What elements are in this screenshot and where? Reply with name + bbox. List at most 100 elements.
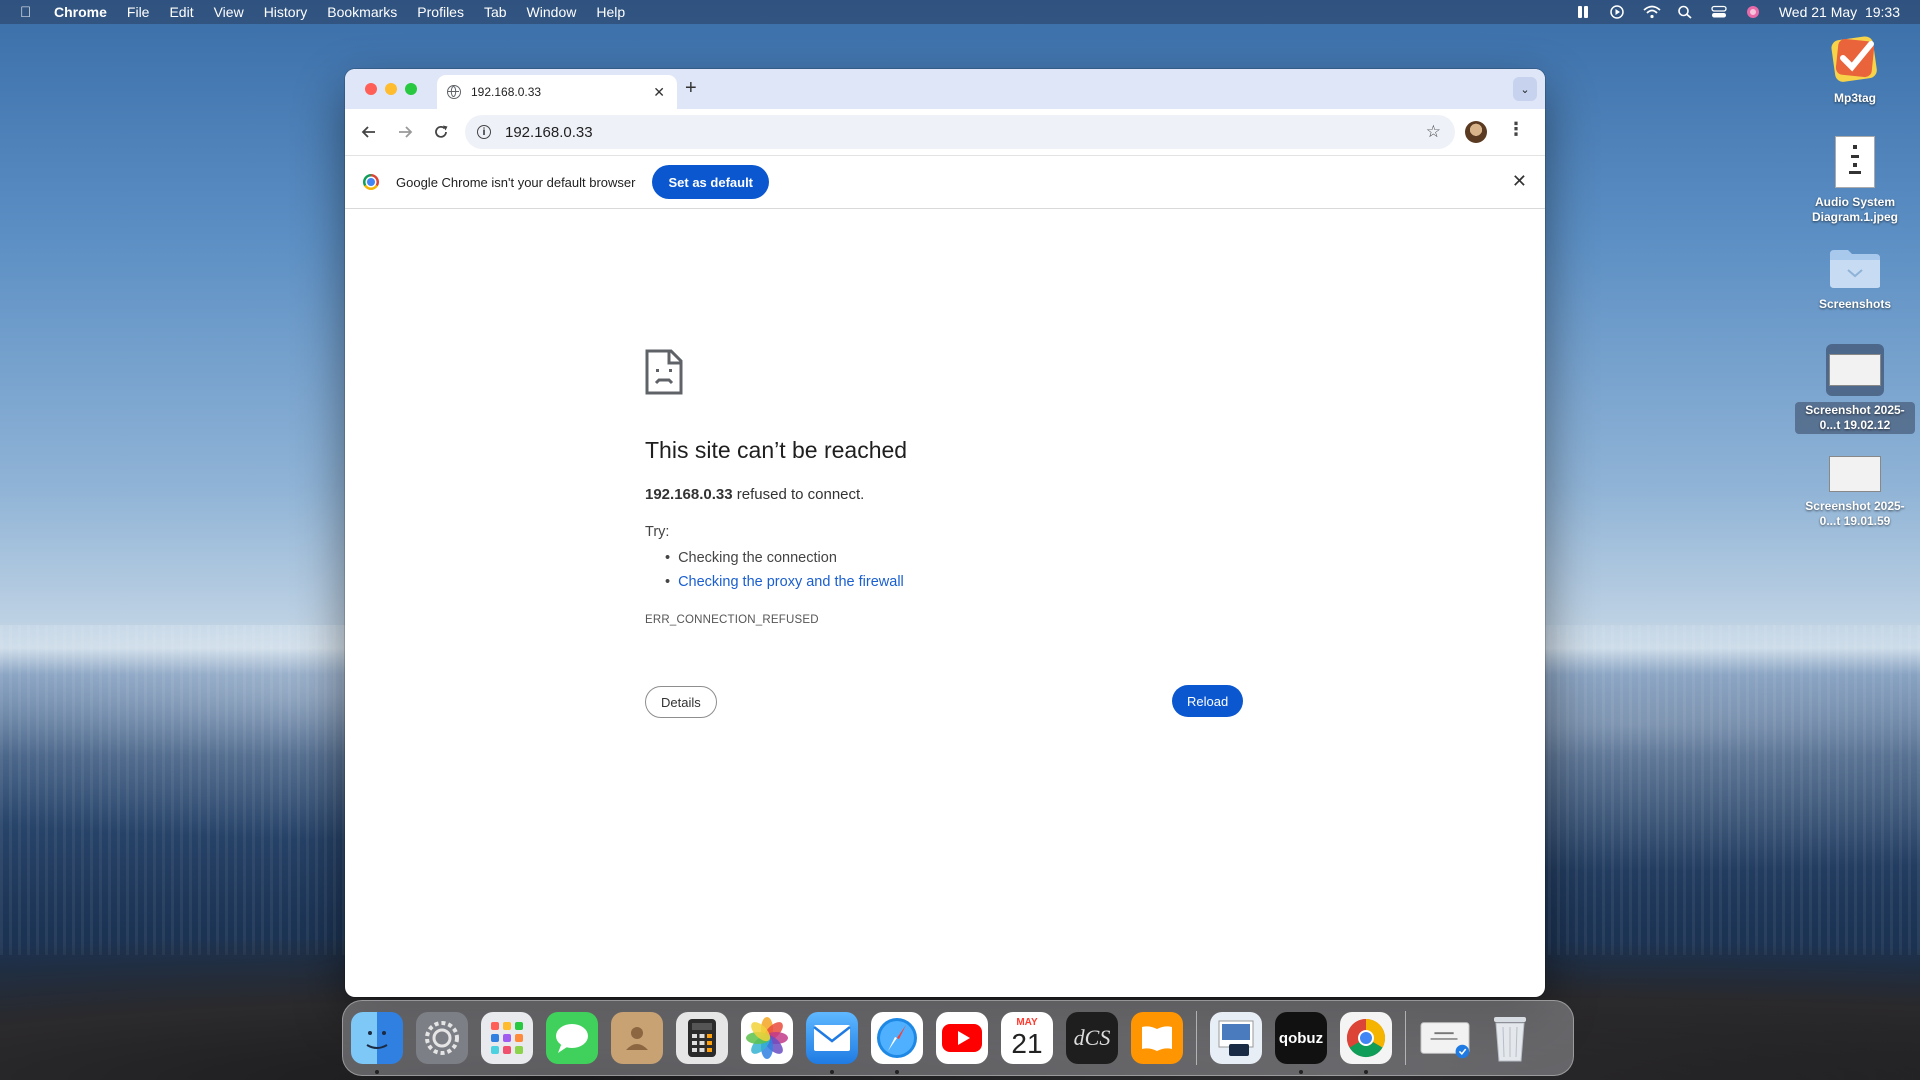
error-description: 192.168.0.33 refused to connect. bbox=[645, 486, 864, 503]
wifi-icon[interactable] bbox=[1643, 5, 1661, 19]
desktop-item-label: Screenshot 2025-0...t 19.01.59 bbox=[1805, 499, 1905, 528]
spotlight-search-icon[interactable] bbox=[1677, 5, 1693, 19]
reload-button[interactable]: Reload bbox=[1172, 685, 1244, 717]
jpeg-file-icon bbox=[1835, 136, 1875, 188]
chrome-window: 192.168.0.33 ✕ + ⌄ i 192.168.0.33 ☆ ⋮ Go… bbox=[345, 69, 1545, 997]
dock-separator bbox=[1405, 1011, 1406, 1065]
hearing-status-icon[interactable] bbox=[1575, 5, 1591, 19]
desktop-item-label: Screenshot 2025-0...t 19.02.12 bbox=[1795, 402, 1915, 434]
folder-icon bbox=[1828, 246, 1882, 290]
new-tab-button[interactable]: + bbox=[685, 77, 697, 100]
trash-icon[interactable] bbox=[1484, 1012, 1536, 1064]
globe-icon bbox=[447, 85, 461, 99]
address-bar-url[interactable]: 192.168.0.33 bbox=[505, 124, 593, 141]
site-info-icon[interactable]: i bbox=[477, 125, 491, 139]
menu-tab[interactable]: Tab bbox=[484, 4, 507, 20]
desktop-item-label: Audio System Diagram.1.jpeg bbox=[1811, 195, 1899, 224]
desktop-item-audio-diagram[interactable]: Audio System Diagram.1.jpeg bbox=[1795, 136, 1915, 226]
mail-icon[interactable] bbox=[806, 1012, 858, 1074]
profile-avatar[interactable] bbox=[1465, 121, 1487, 143]
tab-close-icon[interactable]: ✕ bbox=[653, 84, 665, 101]
now-playing-icon[interactable] bbox=[1609, 5, 1625, 19]
menu-help[interactable]: Help bbox=[596, 4, 625, 20]
finder-icon[interactable] bbox=[351, 1012, 403, 1074]
error-title: This site can’t be reached bbox=[645, 437, 908, 463]
running-indicator bbox=[1299, 1070, 1303, 1074]
infobar-close-icon[interactable]: ✕ bbox=[1512, 171, 1527, 192]
dcs-app-icon[interactable]: dCS bbox=[1066, 1012, 1118, 1064]
tab-search-chevron-icon[interactable]: ⌄ bbox=[1513, 77, 1537, 101]
menu-bookmarks[interactable]: Bookmarks bbox=[327, 4, 397, 20]
more-menu-icon[interactable]: ⋮ bbox=[1507, 119, 1525, 140]
apple-menu-icon[interactable]:  bbox=[20, 4, 36, 21]
sad-document-icon bbox=[645, 349, 683, 400]
qobuz-app-icon[interactable]: qobuz bbox=[1275, 1012, 1327, 1074]
try-label: Try: bbox=[645, 524, 670, 540]
menu-bar:  Chrome File Edit View History Bookmark… bbox=[0, 0, 1920, 24]
desktop-item-screenshot-2[interactable]: Screenshot 2025-0...t 19.01.59 bbox=[1795, 456, 1915, 530]
bookmark-star-icon[interactable]: ☆ bbox=[1426, 122, 1441, 142]
error-page: This site can’t be reached 192.168.0.33 … bbox=[345, 209, 1545, 997]
contacts-icon[interactable] bbox=[611, 1012, 663, 1064]
desktop-item-screenshots-folder[interactable]: Screenshots bbox=[1795, 246, 1915, 313]
details-button[interactable]: Details bbox=[645, 686, 717, 718]
tab-strip: 192.168.0.33 ✕ + ⌄ bbox=[345, 69, 1545, 109]
menu-app-name[interactable]: Chrome bbox=[54, 4, 107, 20]
menu-clock[interactable]: Wed 21 May 19:33 bbox=[1779, 4, 1900, 20]
launchpad-icon[interactable] bbox=[481, 1012, 533, 1064]
tab-title: 192.168.0.33 bbox=[471, 85, 542, 99]
screenshot-thumbnail bbox=[1829, 456, 1881, 492]
desktop-item-screenshot-1[interactable]: Screenshot 2025-0...t 19.02.12 bbox=[1795, 344, 1915, 434]
desktop-item-mp3tag[interactable]: Mp3tag bbox=[1795, 32, 1915, 107]
dcs-label: dCS bbox=[1073, 1025, 1111, 1050]
system-settings-icon[interactable] bbox=[416, 1012, 468, 1064]
dock: MAY 21 dCS qobuz bbox=[342, 1000, 1574, 1076]
menu-view[interactable]: View bbox=[214, 4, 244, 20]
chrome-dock-icon[interactable] bbox=[1340, 1012, 1392, 1074]
photos-icon[interactable] bbox=[741, 1012, 793, 1064]
set-as-default-button[interactable]: Set as default bbox=[652, 165, 770, 199]
safari-icon[interactable] bbox=[871, 1012, 923, 1074]
zoom-window-button[interactable] bbox=[405, 83, 417, 95]
calculator-icon[interactable] bbox=[676, 1012, 728, 1064]
downloads-stack-icon[interactable] bbox=[1419, 1012, 1471, 1064]
suggestion-link-proxy-firewall[interactable]: Checking the proxy and the firewall bbox=[665, 570, 904, 594]
back-arrow-icon[interactable] bbox=[355, 118, 383, 146]
default-browser-infobar: Google Chrome isn't your default browser… bbox=[345, 156, 1545, 209]
close-window-button[interactable] bbox=[365, 83, 377, 95]
tab-active[interactable]: 192.168.0.33 ✕ bbox=[437, 75, 677, 109]
menu-edit[interactable]: Edit bbox=[169, 4, 193, 20]
address-bar[interactable]: i 192.168.0.33 ☆ bbox=[465, 115, 1455, 149]
error-host-suffix: refused to connect. bbox=[732, 486, 865, 503]
suggestion-item: Checking the connection bbox=[665, 546, 904, 570]
calendar-icon[interactable]: MAY 21 bbox=[1001, 1012, 1053, 1064]
running-indicator bbox=[895, 1070, 899, 1074]
youtube-icon[interactable] bbox=[936, 1012, 988, 1064]
browser-toolbar: i 192.168.0.33 ☆ ⋮ bbox=[345, 109, 1545, 156]
dock-separator bbox=[1196, 1011, 1197, 1065]
preview-icon[interactable] bbox=[1210, 1012, 1262, 1064]
infobar-message: Google Chrome isn't your default browser bbox=[396, 174, 636, 190]
menu-file[interactable]: File bbox=[127, 4, 150, 20]
siri-icon[interactable] bbox=[1745, 5, 1761, 19]
minimize-window-button[interactable] bbox=[385, 83, 397, 95]
control-center-icon[interactable] bbox=[1711, 5, 1727, 19]
menu-window[interactable]: Window bbox=[527, 4, 577, 20]
suggestions-list: Checking the connection Checking the pro… bbox=[665, 546, 904, 594]
menu-history[interactable]: History bbox=[264, 4, 308, 20]
running-indicator bbox=[830, 1070, 834, 1074]
error-host: 192.168.0.33 bbox=[645, 486, 733, 503]
running-indicator bbox=[1364, 1070, 1368, 1074]
forward-arrow-icon[interactable] bbox=[391, 118, 419, 146]
qobuz-label: qobuz bbox=[1278, 1029, 1324, 1047]
menu-profiles[interactable]: Profiles bbox=[417, 4, 464, 20]
calendar-day: 21 bbox=[1011, 1028, 1043, 1059]
chrome-logo-icon bbox=[363, 174, 379, 190]
desktop-item-label: Mp3tag bbox=[1834, 91, 1876, 105]
window-controls bbox=[365, 83, 417, 95]
books-icon[interactable] bbox=[1131, 1012, 1183, 1064]
error-code: ERR_CONNECTION_REFUSED bbox=[645, 614, 819, 626]
mp3tag-icon bbox=[1829, 32, 1881, 84]
messages-icon[interactable] bbox=[546, 1012, 598, 1064]
reload-icon[interactable] bbox=[427, 118, 455, 146]
